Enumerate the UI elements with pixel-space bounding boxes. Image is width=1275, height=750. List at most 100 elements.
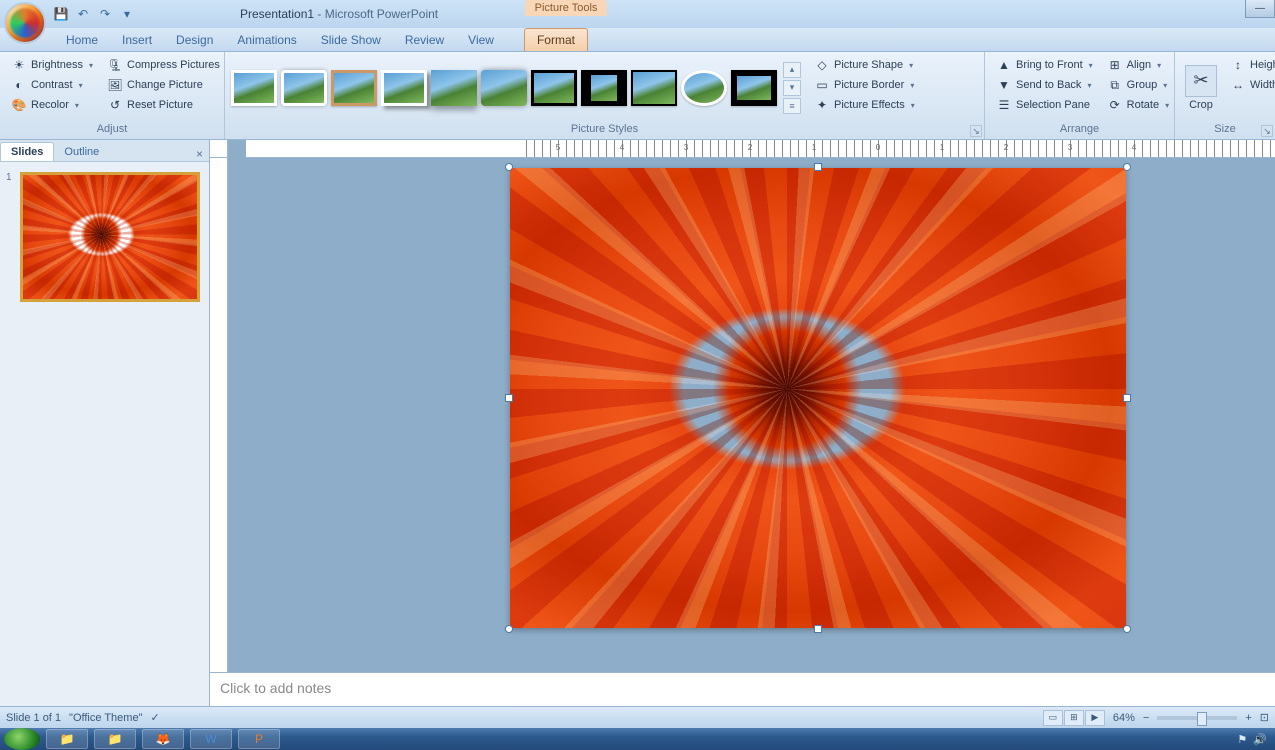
spellcheck-icon[interactable]: ✓ — [150, 711, 159, 724]
resize-handle-bl[interactable] — [505, 625, 513, 633]
taskbar-item[interactable]: 📁 — [94, 729, 136, 749]
styles-dialog-launcher[interactable]: ↘ — [970, 125, 982, 137]
style-thumb[interactable] — [231, 70, 277, 106]
zoom-out-button[interactable]: − — [1143, 712, 1149, 724]
tab-animations[interactable]: Animations — [225, 29, 308, 51]
crop-button[interactable]: ✂ Crop — [1179, 54, 1223, 121]
style-thumb[interactable] — [431, 70, 477, 106]
view-normal-button[interactable]: ▭ — [1043, 710, 1063, 726]
redo-icon[interactable]: ↷ — [96, 5, 114, 23]
width-field[interactable]: ↔Width: — [1226, 76, 1275, 94]
resize-handle-br[interactable] — [1123, 625, 1131, 633]
tab-format[interactable]: Format — [524, 28, 588, 51]
undo-icon[interactable]: ↶ — [74, 5, 92, 23]
size-dialog-launcher[interactable]: ↘ — [1261, 125, 1273, 137]
picture-border-button[interactable]: ▭Picture Border▾ — [810, 76, 919, 94]
pane-close-button[interactable]: × — [190, 147, 209, 161]
bring-to-front-button[interactable]: ▲Bring to Front▾ — [992, 56, 1097, 74]
tab-design[interactable]: Design — [164, 29, 225, 51]
tab-home[interactable]: Home — [54, 29, 110, 51]
gallery-scroll-down[interactable]: ▾ — [783, 80, 801, 96]
horizontal-ruler[interactable]: 5432101234 — [246, 140, 1275, 158]
rotate-button[interactable]: ⟳Rotate▾ — [1103, 96, 1173, 114]
picture-effects-button[interactable]: ✦Picture Effects▾ — [810, 96, 919, 114]
tray-flag-icon[interactable]: ⚑ — [1237, 733, 1247, 746]
ribbon-tabs: Home Insert Design Animations Slide Show… — [0, 28, 1275, 52]
recolor-button[interactable]: 🎨Recolor▾ — [7, 96, 97, 114]
selection-pane-button[interactable]: ☰Selection Pane — [992, 96, 1097, 114]
pane-tab-outline[interactable]: Outline — [54, 143, 109, 161]
align-button[interactable]: ⊞Align▾ — [1103, 56, 1173, 74]
tray-volume-icon[interactable]: 🔊 — [1253, 733, 1267, 746]
selected-picture[interactable] — [510, 168, 1126, 628]
status-slide-number: Slide 1 of 1 — [6, 712, 61, 724]
tab-review[interactable]: Review — [393, 29, 456, 51]
vertical-ruler[interactable] — [210, 158, 228, 672]
resize-handle-r[interactable] — [1123, 394, 1131, 402]
shape-icon: ◇ — [814, 57, 830, 73]
notes-placeholder: Click to add notes — [220, 680, 331, 696]
picture-shape-label: Picture Shape — [834, 59, 903, 71]
style-thumb[interactable] — [731, 70, 777, 106]
zoom-slider[interactable] — [1157, 716, 1237, 720]
send-to-back-button[interactable]: ▼Send to Back▾ — [992, 76, 1097, 94]
align-icon: ⊞ — [1107, 57, 1123, 73]
height-field[interactable]: ↕Height — [1226, 56, 1275, 74]
office-button[interactable] — [4, 2, 46, 44]
slide-number: 1 — [6, 172, 16, 302]
resize-handle-l[interactable] — [505, 394, 513, 402]
resize-handle-tl[interactable] — [505, 163, 513, 171]
style-thumb[interactable] — [581, 70, 627, 106]
zoom-in-button[interactable]: + — [1245, 712, 1251, 724]
rotate-icon: ⟳ — [1107, 97, 1123, 113]
style-thumb[interactable] — [381, 70, 427, 106]
notes-pane[interactable]: Click to add notes — [210, 672, 1275, 706]
tab-insert[interactable]: Insert — [110, 29, 164, 51]
minimize-button[interactable]: — — [1245, 0, 1275, 18]
resize-handle-tr[interactable] — [1123, 163, 1131, 171]
taskbar-item[interactable]: 🦊 — [142, 729, 184, 749]
group-btn-label: Group — [1127, 79, 1158, 91]
tab-view[interactable]: View — [456, 29, 506, 51]
view-sorter-button[interactable]: ⊞ — [1064, 710, 1084, 726]
compress-pictures-button[interactable]: 🗜Compress Pictures — [103, 56, 224, 74]
slide-thumbnail[interactable]: 1 — [6, 172, 203, 302]
pane-tab-slides[interactable]: Slides — [0, 142, 54, 161]
style-thumb[interactable] — [331, 70, 377, 106]
style-thumb[interactable] — [631, 70, 677, 106]
reset-picture-button[interactable]: ↺Reset Picture — [103, 96, 224, 114]
resize-handle-b[interactable] — [814, 625, 822, 633]
taskbar-item[interactable]: W — [190, 729, 232, 749]
gallery-expand[interactable]: ≡ — [783, 98, 801, 114]
picture-shape-button[interactable]: ◇Picture Shape▾ — [810, 56, 919, 74]
slide-canvas[interactable] — [228, 158, 1275, 672]
slide-preview — [20, 172, 200, 302]
qat-customize-icon[interactable]: ▾ — [118, 5, 136, 23]
save-icon[interactable]: 💾 — [52, 5, 70, 23]
taskbar-item[interactable]: P — [238, 729, 280, 749]
taskbar-item[interactable]: 📁 — [46, 729, 88, 749]
group-adjust-label: Adjust — [4, 121, 220, 137]
contrast-button[interactable]: ◐Contrast▾ — [7, 76, 97, 94]
view-slideshow-button[interactable]: ▶ — [1085, 710, 1105, 726]
gallery-scroll-up[interactable]: ▴ — [783, 62, 801, 78]
tab-slideshow[interactable]: Slide Show — [309, 29, 393, 51]
style-thumb[interactable] — [281, 70, 327, 106]
group-button[interactable]: ⧉Group▾ — [1103, 76, 1173, 94]
style-thumb[interactable] — [681, 70, 727, 106]
style-thumb[interactable] — [481, 70, 527, 106]
crop-label: Crop — [1189, 99, 1213, 111]
zoom-fit-button[interactable]: ⊡ — [1260, 711, 1269, 724]
resize-handle-t[interactable] — [814, 163, 822, 171]
style-thumb[interactable] — [531, 70, 577, 106]
group-arrange-label: Arrange — [989, 121, 1170, 137]
title-bar: 💾 ↶ ↷ ▾ Presentation1 - Microsoft PowerP… — [0, 0, 1275, 28]
change-picture-button[interactable]: 🖼Change Picture — [103, 76, 224, 94]
window-title: Presentation1 - Microsoft PowerPoint — [240, 7, 438, 21]
brightness-button[interactable]: ☀Brightness▾ — [7, 56, 97, 74]
height-label: Height — [1250, 59, 1275, 71]
window-controls: — — [1245, 0, 1275, 18]
ribbon: ☀Brightness▾ ◐Contrast▾ 🎨Recolor▾ 🗜Compr… — [0, 52, 1275, 140]
change-picture-icon: 🖼 — [107, 77, 123, 93]
start-button[interactable] — [4, 728, 40, 750]
